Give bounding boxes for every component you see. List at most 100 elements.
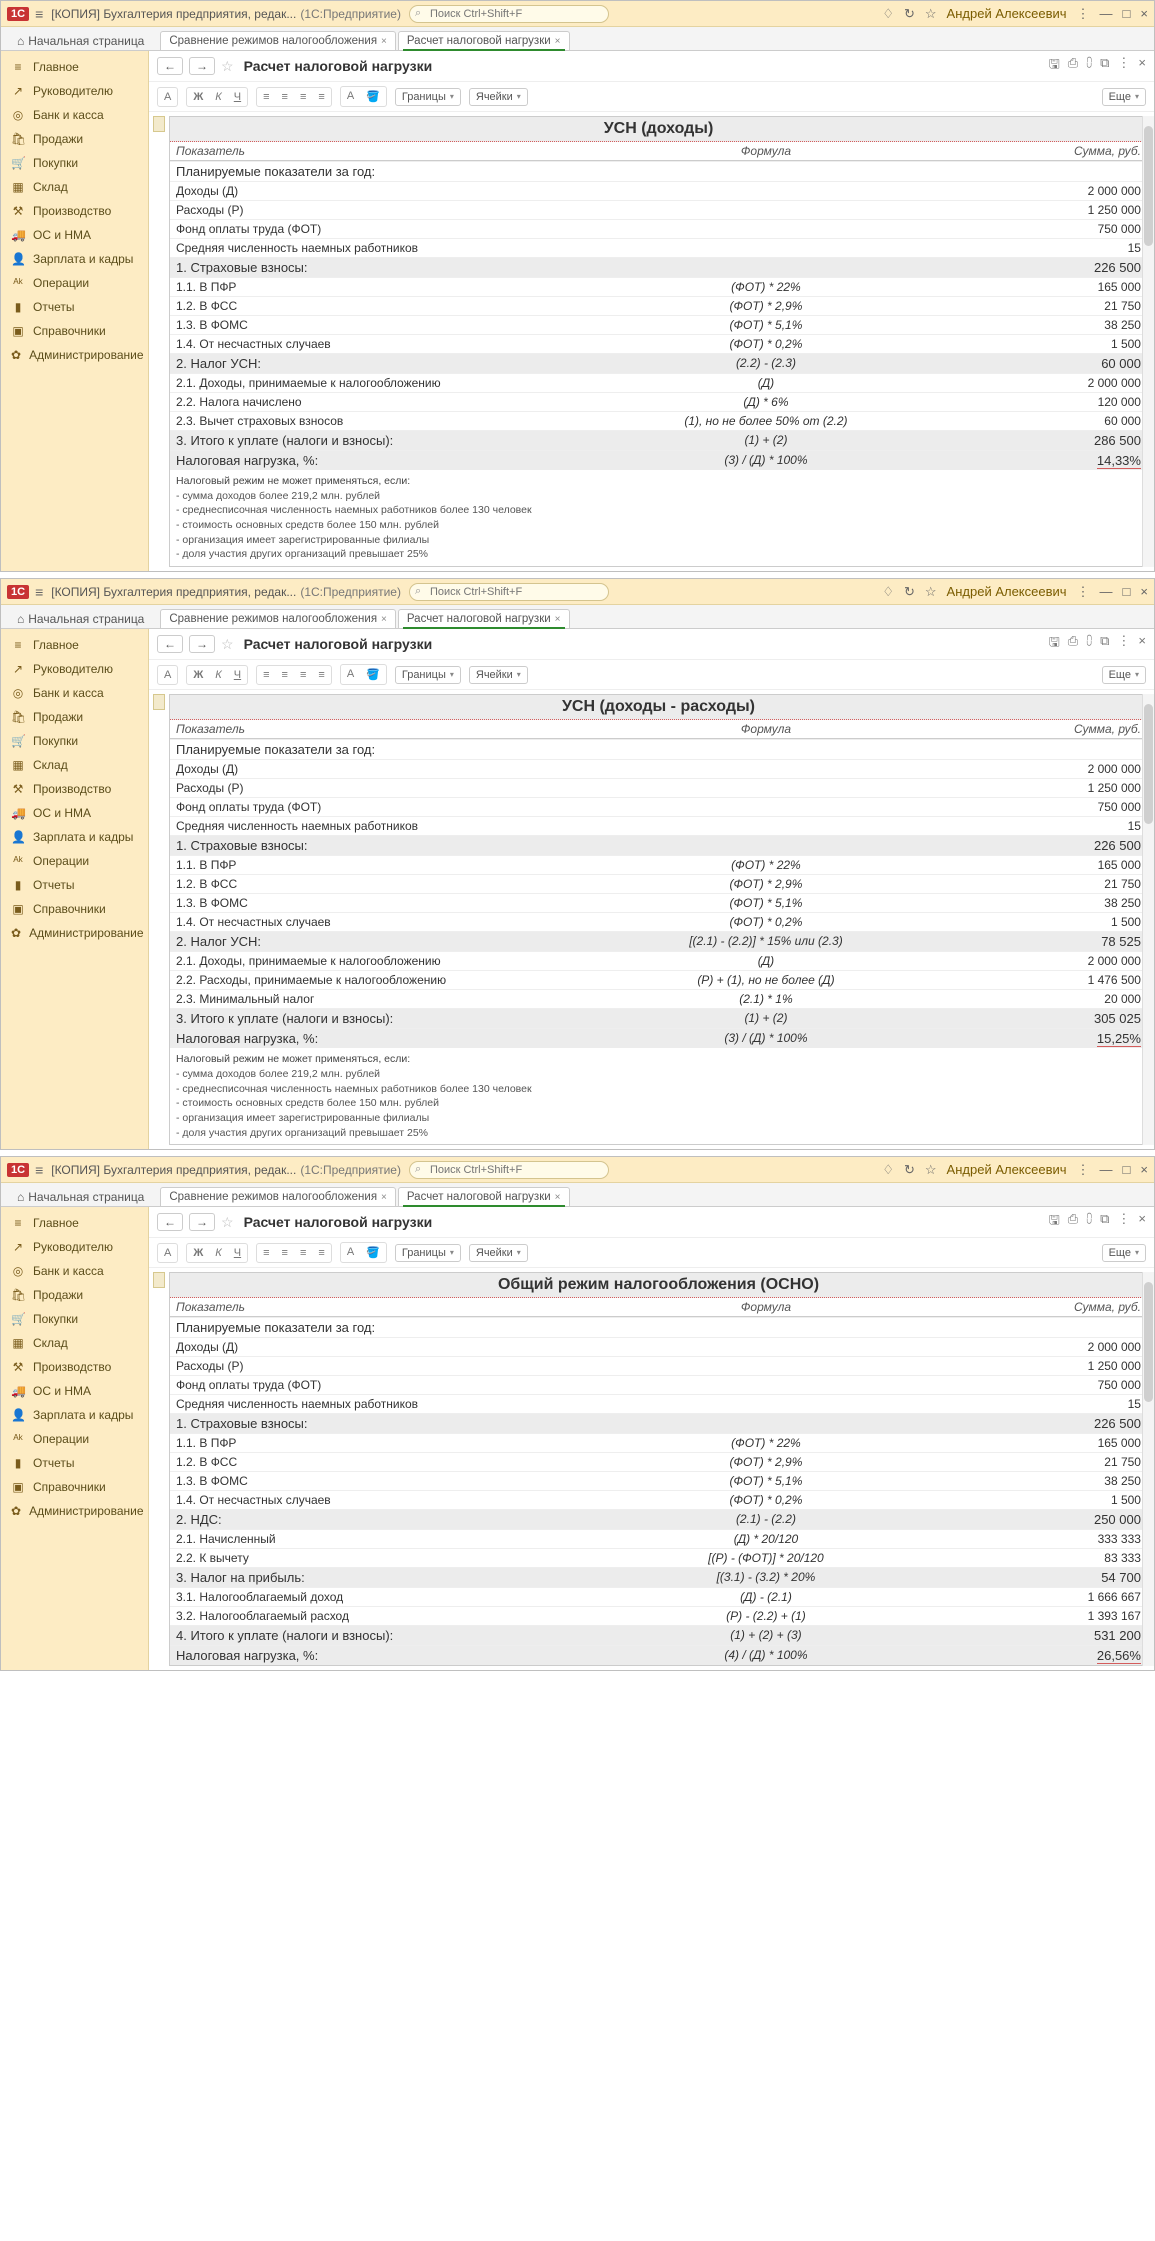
- bell-icon[interactable]: ♢: [882, 584, 894, 600]
- sep-icon[interactable]: ⋮: [1077, 584, 1090, 600]
- search-input[interactable]: [409, 5, 609, 23]
- search-input[interactable]: [409, 1161, 609, 1179]
- sidebar-item[interactable]: ≡Главное: [1, 633, 148, 657]
- sidebar-item[interactable]: ▦Склад: [1, 753, 148, 777]
- italic-button[interactable]: К: [210, 667, 226, 683]
- forward-button[interactable]: →: [189, 57, 215, 75]
- close-icon[interactable]: ×: [555, 36, 561, 47]
- cells-dropdown[interactable]: Ячейки▾: [469, 666, 528, 684]
- sidebar-item[interactable]: ↗Руководителю: [1, 657, 148, 681]
- close-icon[interactable]: ×: [381, 1192, 387, 1203]
- menu-icon[interactable]: ≡: [35, 6, 43, 22]
- close-panel-icon[interactable]: ×: [1138, 1211, 1146, 1233]
- sidebar-item[interactable]: ≡Главное: [1, 1211, 148, 1235]
- save-icon[interactable]: 🖫: [1049, 1211, 1060, 1233]
- save-icon[interactable]: 🖫: [1049, 55, 1060, 77]
- sidebar-item[interactable]: ⚒Производство: [1, 1355, 148, 1379]
- sidebar-item[interactable]: 🛍Продажи: [1, 127, 148, 151]
- align-center-icon[interactable]: ≡: [277, 667, 293, 683]
- sidebar-item[interactable]: 🛍Продажи: [1, 1283, 148, 1307]
- font-color-button[interactable]: A: [159, 89, 176, 105]
- sidebar-item[interactable]: 🛒Покупки: [1, 151, 148, 175]
- star-icon[interactable]: ☆: [925, 1162, 937, 1178]
- sidebar-item[interactable]: ▮Отчеты: [1, 1451, 148, 1475]
- more-dropdown[interactable]: Еще▾: [1102, 1244, 1146, 1262]
- more-dropdown[interactable]: Еще▾: [1102, 88, 1146, 106]
- link-icon[interactable]: ⧉: [1100, 55, 1109, 77]
- history-icon[interactable]: ↻: [904, 1162, 915, 1178]
- close-icon[interactable]: ×: [381, 614, 387, 625]
- close-icon[interactable]: ×: [381, 36, 387, 47]
- borders-dropdown[interactable]: Границы▾: [395, 1244, 461, 1262]
- sidebar-item[interactable]: 🛒Покупки: [1, 729, 148, 753]
- bucket-icon[interactable]: 🪣: [361, 666, 385, 683]
- tab-calc[interactable]: Расчет налоговой нагрузки×: [398, 609, 570, 628]
- align-center-icon[interactable]: ≡: [277, 1245, 293, 1261]
- menu-icon[interactable]: ≡: [35, 584, 43, 600]
- cells-dropdown[interactable]: Ячейки▾: [469, 1244, 528, 1262]
- font-color-button[interactable]: A: [159, 667, 176, 683]
- tab-compare[interactable]: Сравнение режимов налогообложения×: [160, 31, 396, 50]
- sidebar-item[interactable]: ▣Справочники: [1, 897, 148, 921]
- font-color-button[interactable]: A: [159, 1245, 176, 1261]
- menu-icon[interactable]: ≡: [35, 1162, 43, 1178]
- scrollbar-vertical[interactable]: [1142, 1272, 1154, 1666]
- sidebar-item[interactable]: ✿Администрирование: [1, 1499, 148, 1523]
- sidebar-item[interactable]: ▣Справочники: [1, 1475, 148, 1499]
- close-icon[interactable]: ×: [1140, 1162, 1148, 1177]
- sidebar-item[interactable]: 🛍Продажи: [1, 705, 148, 729]
- sidebar-item[interactable]: 🛒Покупки: [1, 1307, 148, 1331]
- fill-icon[interactable]: A: [342, 88, 359, 105]
- favorite-icon[interactable]: ☆: [221, 58, 234, 75]
- minimize-icon[interactable]: —: [1100, 1162, 1113, 1177]
- close-panel-icon[interactable]: ×: [1138, 633, 1146, 655]
- link-icon[interactable]: ⧉: [1100, 633, 1109, 655]
- minimize-icon[interactable]: —: [1100, 6, 1113, 21]
- export-icon[interactable]: ⩇: [1086, 1211, 1092, 1233]
- sidebar-item[interactable]: ◎Банк и касса: [1, 1259, 148, 1283]
- sep-icon[interactable]: ⋮: [1077, 1162, 1090, 1178]
- home-tab[interactable]: ⌂Начальная страница: [9, 610, 152, 628]
- more-dropdown[interactable]: Еще▾: [1102, 666, 1146, 684]
- maximize-icon[interactable]: □: [1123, 584, 1131, 599]
- sidebar-item[interactable]: 👤Зарплата и кадры: [1, 825, 148, 849]
- sidebar-item[interactable]: ✿Администрирование: [1, 343, 148, 367]
- user-name[interactable]: Андрей Алексеевич: [947, 6, 1067, 21]
- borders-dropdown[interactable]: Границы▾: [395, 666, 461, 684]
- home-tab[interactable]: ⌂Начальная страница: [9, 32, 152, 50]
- bucket-icon[interactable]: 🪣: [361, 1244, 385, 1261]
- sidebar-item[interactable]: ▮Отчеты: [1, 873, 148, 897]
- align-center-icon[interactable]: ≡: [277, 89, 293, 105]
- sidebar-item[interactable]: 👤Зарплата и кадры: [1, 247, 148, 271]
- cells-dropdown[interactable]: Ячейки▾: [469, 88, 528, 106]
- sidebar-item[interactable]: 👤Зарплата и кадры: [1, 1403, 148, 1427]
- sidebar-item[interactable]: ✿Администрирование: [1, 921, 148, 945]
- bold-button[interactable]: Ж: [188, 89, 208, 105]
- history-icon[interactable]: ↻: [904, 6, 915, 22]
- more-icon[interactable]: ⋮: [1117, 633, 1130, 655]
- back-button[interactable]: ←: [157, 635, 183, 653]
- sidebar-item[interactable]: ◎Банк и касса: [1, 681, 148, 705]
- scrollbar-thumb[interactable]: [1144, 704, 1153, 824]
- tab-compare[interactable]: Сравнение режимов налогообложения×: [160, 609, 396, 628]
- sidebar-item[interactable]: 🚚ОС и НМА: [1, 801, 148, 825]
- sidebar-item[interactable]: ᴬᵏОперации: [1, 1427, 148, 1451]
- maximize-icon[interactable]: □: [1123, 6, 1131, 21]
- align-right-icon[interactable]: ≡: [295, 1245, 311, 1261]
- spreadsheet[interactable]: УСН (доходы - расходы)ПоказательФормулаС…: [169, 694, 1148, 1145]
- bell-icon[interactable]: ♢: [882, 1162, 894, 1178]
- user-name[interactable]: Андрей Алексеевич: [947, 584, 1067, 599]
- scrollbar-thumb[interactable]: [1144, 126, 1153, 246]
- close-icon[interactable]: ×: [555, 614, 561, 625]
- align-justify-icon[interactable]: ≡: [313, 89, 329, 105]
- history-icon[interactable]: ↻: [904, 584, 915, 600]
- sidebar-item[interactable]: ↗Руководителю: [1, 79, 148, 103]
- sidebar-item[interactable]: ≡Главное: [1, 55, 148, 79]
- forward-button[interactable]: →: [189, 1213, 215, 1231]
- align-left-icon[interactable]: ≡: [258, 1245, 274, 1261]
- export-icon[interactable]: ⩇: [1086, 633, 1092, 655]
- align-left-icon[interactable]: ≡: [258, 667, 274, 683]
- home-tab[interactable]: ⌂Начальная страница: [9, 1188, 152, 1206]
- favorite-icon[interactable]: ☆: [221, 1214, 234, 1231]
- print-icon[interactable]: ⎙: [1068, 633, 1078, 655]
